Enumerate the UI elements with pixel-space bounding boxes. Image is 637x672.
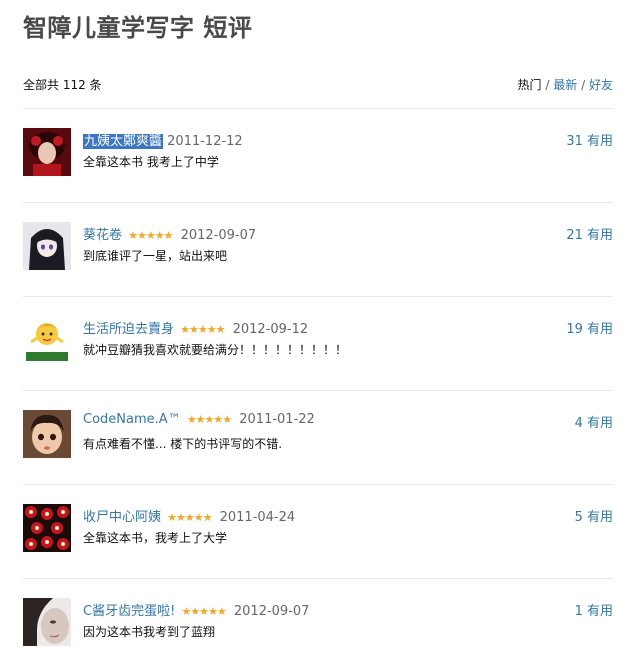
sort-friends[interactable]: 好友	[589, 78, 613, 92]
review-date: 2011-04-24	[219, 510, 296, 525]
username-link[interactable]: 葵花卷	[83, 228, 122, 243]
username-link[interactable]: 收尸中心阿姨	[83, 510, 161, 525]
review-comment: 有点难看不懂... 楼下的书评写的不错.	[83, 437, 283, 451]
username-link[interactable]: CodeName.A™	[83, 412, 181, 427]
review-item: 收尸中心阿姨 ★★★★★ 2011-04-24 5 有用 全靠这本书，我考上了大…	[23, 485, 613, 579]
review-item: 生活所迫去賣身 ★★★★★ 2012-09-12 19 有用 就冲豆瓣猜我喜欢就…	[23, 297, 613, 391]
review-comment: 全靠这本书，我考上了大学	[83, 531, 228, 545]
rating-stars: ★★★★★	[167, 511, 212, 524]
review-meta: C酱牙齿完蛋啦! ★★★★★ 2012-09-07	[83, 600, 309, 619]
review-meta: 收尸中心阿姨 ★★★★★ 2011-04-24	[83, 506, 295, 525]
sort-hot[interactable]: 热门	[518, 78, 542, 92]
username-link[interactable]: 九姨太鄭爽醬	[83, 134, 164, 149]
review-list: 九姨太鄭爽醬 2011-12-12 31 有用 全靠这本书 我考上了中学 葵花卷…	[23, 109, 613, 672]
sort-separator: /	[545, 78, 550, 92]
rating-stars: ★★★★★	[128, 229, 173, 242]
avatar[interactable]	[23, 316, 71, 364]
rating-stars: ★★★★★	[181, 605, 226, 618]
review-date: 2012-09-07	[233, 604, 310, 619]
avatar[interactable]	[23, 410, 71, 458]
review-date: 2011-12-12	[167, 134, 243, 149]
avatar[interactable]	[23, 598, 71, 646]
review-meta: CodeName.A™ ★★★★★ 2011-01-22	[83, 412, 315, 427]
avatar[interactable]	[23, 128, 71, 176]
useful-vote[interactable]: 4 有用	[575, 412, 613, 431]
review-item: CodeName.A™ ★★★★★ 2011-01-22 4 有用 有点难看不懂…	[23, 391, 613, 485]
rating-stars: ★★★★★	[186, 413, 232, 426]
avatar[interactable]	[23, 504, 71, 552]
useful-vote[interactable]: 21 有用	[566, 224, 613, 243]
sort-separator: /	[581, 78, 586, 92]
page-title: 智障儿童学写字 短评	[23, 14, 253, 42]
review-date: 2011-01-22	[239, 412, 315, 427]
useful-vote[interactable]: 31 有用	[566, 130, 613, 149]
review-comment: 就冲豆瓣猜我喜欢就要给满分！！！！！！！！！	[83, 343, 348, 357]
useful-vote[interactable]: 1 有用	[575, 600, 613, 619]
useful-vote[interactable]: 5 有用	[575, 506, 613, 525]
review-item: 九姨太鄭爽醬 2011-12-12 31 有用 全靠这本书 我考上了中学	[23, 109, 613, 203]
review-comment: 因为这本书我考到了蓝翔	[83, 625, 216, 639]
sort-tabs: 热门 / 最新 / 好友	[518, 76, 613, 93]
review-item: C酱牙齿完蛋啦! ★★★★★ 2012-09-07 1 有用 因为这本书我考到了…	[23, 579, 613, 672]
review-comment: 全靠这本书 我考上了中学	[83, 155, 219, 169]
review-date: 2012-09-12	[232, 322, 309, 337]
avatar[interactable]	[23, 222, 71, 270]
username-link[interactable]: 生活所迫去賣身	[83, 322, 174, 337]
sort-newest[interactable]: 最新	[553, 78, 577, 92]
review-date: 2012-09-07	[180, 228, 257, 243]
review-meta: 九姨太鄭爽醬 2011-12-12	[83, 130, 243, 149]
review-meta: 生活所迫去賣身 ★★★★★ 2012-09-12	[83, 318, 308, 337]
username-link[interactable]: C酱牙齿完蛋啦!	[83, 604, 175, 619]
rating-stars: ★★★★★	[180, 323, 225, 336]
review-item: 葵花卷 ★★★★★ 2012-09-07 21 有用 到底谁评了一星，站出来吧	[23, 203, 613, 297]
useful-vote[interactable]: 19 有用	[566, 318, 613, 337]
review-comment: 到底谁评了一星，站出来吧	[83, 249, 228, 263]
review-meta: 葵花卷 ★★★★★ 2012-09-07	[83, 224, 256, 243]
review-count: 全部共 112 条	[23, 78, 102, 92]
